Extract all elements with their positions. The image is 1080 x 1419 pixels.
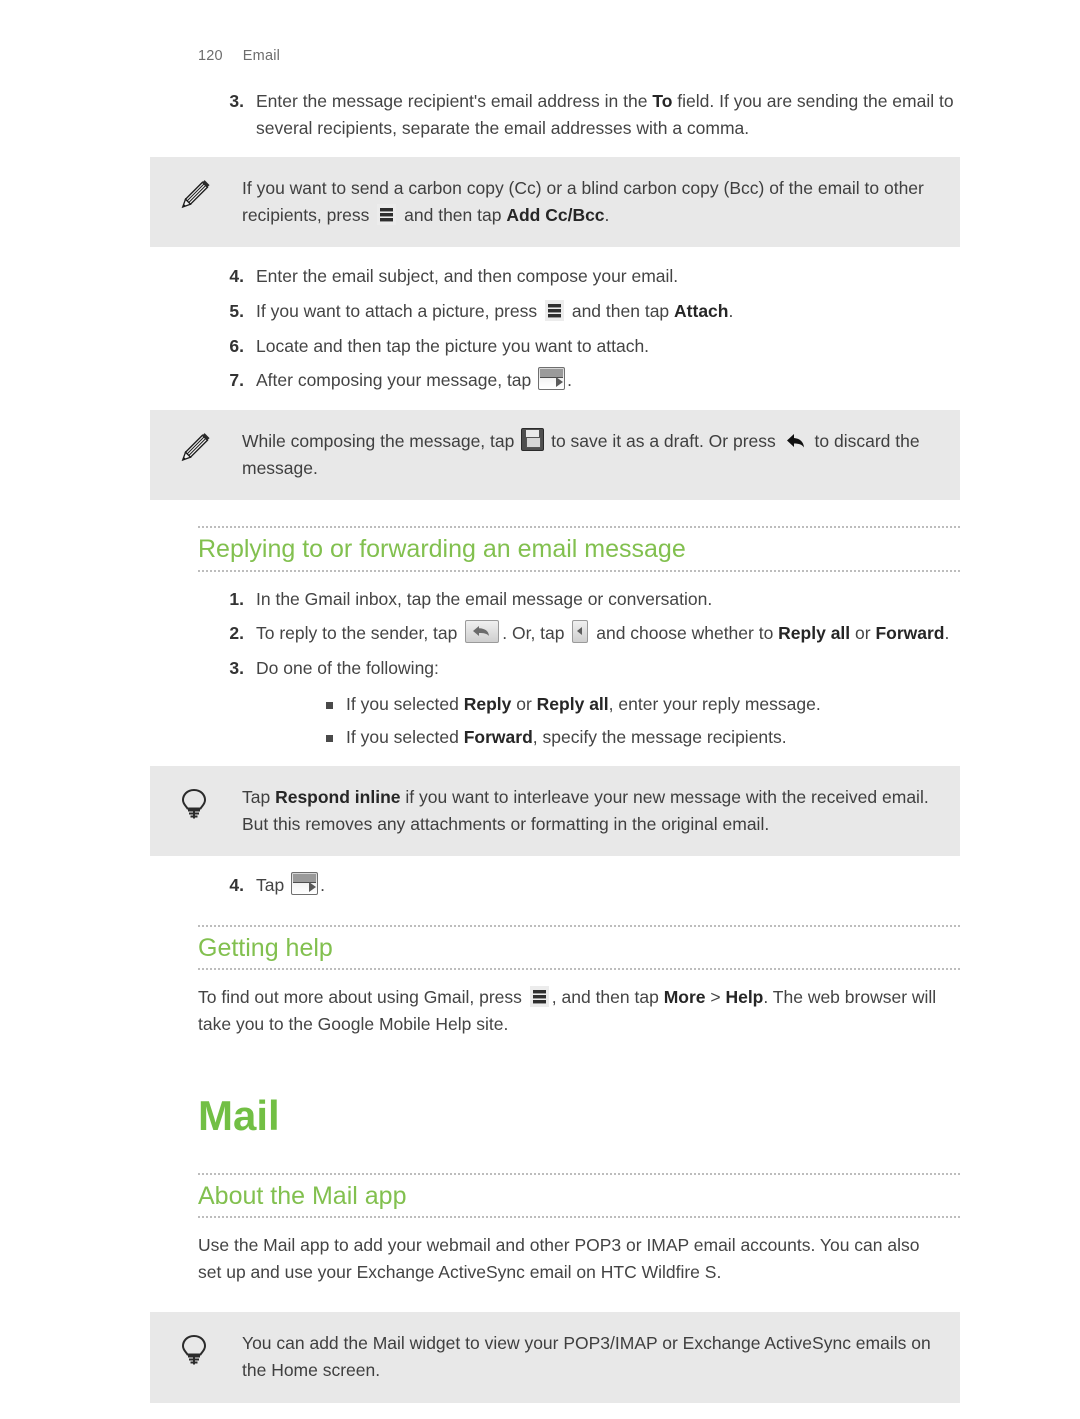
step-number: 2.	[229, 623, 244, 644]
compose-steps-rest: 4. Enter the email subject, and then com…	[150, 263, 960, 393]
about-mail-text: Use the Mail app to add your webmail and…	[198, 1235, 920, 1283]
emphasis-text: Attach	[674, 301, 729, 322]
step-text: If you want to attach a picture, press a…	[256, 300, 734, 322]
list-item: 6. Locate and then tap the picture you w…	[150, 333, 960, 360]
step-number: 7.	[229, 370, 244, 391]
tip-text: Tap Respond inline if you want to interl…	[242, 786, 929, 834]
pencil-icon	[172, 173, 216, 217]
note-callout-cc-bcc: If you want to send a carbon copy (Cc) o…	[150, 157, 960, 248]
back-arrow-icon	[785, 431, 806, 449]
emphasis-text: Reply	[463, 694, 512, 715]
note-callout-draft: While composing the message, tap to save…	[150, 409, 960, 501]
list-item: 4. Tap .	[150, 872, 960, 899]
list-item: 3. Do one of the following:	[150, 655, 960, 682]
section-heading-about-mail: About the Mail app	[198, 1172, 960, 1219]
emphasis-text: Help	[725, 987, 764, 1008]
send-icon	[538, 367, 566, 391]
section-heading-getting-help: Getting help	[198, 924, 960, 971]
save-icon	[521, 427, 545, 451]
replying-final-step: 4. Tap .	[150, 872, 960, 899]
document-page: 120 Email 3. Enter the message recipient'…	[0, 0, 1080, 1403]
chapter-title-mail: Mail	[198, 1092, 280, 1140]
tip-text: You can add the Mail widget to view your…	[242, 1333, 931, 1381]
emphasis-text: Reply all	[778, 623, 851, 644]
emphasis-text: Respond inline	[275, 786, 401, 807]
getting-help-text: To find out more about using Gmail, pres…	[198, 986, 937, 1035]
list-item: 1. In the Gmail inbox, tap the email mes…	[150, 586, 960, 613]
lightbulb-icon	[172, 1328, 216, 1372]
list-item: 3. Enter the message recipient's email a…	[150, 88, 960, 141]
list-item: If you selected Reply or Reply all, ente…	[150, 691, 960, 717]
menu-icon	[529, 986, 549, 1008]
menu-icon	[377, 204, 397, 226]
step-number: 5.	[229, 301, 244, 322]
step-text: Locate and then tap the picture you want…	[256, 335, 650, 356]
list-item: 2. To reply to the sender, tap . Or, tap…	[150, 620, 960, 647]
step-text: To reply to the sender, tap . Or, tap an…	[256, 620, 960, 647]
step-text: Tap .	[256, 872, 960, 899]
compose-steps-first: 3. Enter the message recipient's email a…	[150, 88, 960, 141]
lightbulb-icon	[172, 782, 216, 826]
replying-steps: 1. In the Gmail inbox, tap the email mes…	[150, 586, 960, 682]
emphasis-text: Reply all	[536, 694, 609, 715]
step-text: Enter the email subject, and then compos…	[256, 266, 679, 287]
running-header: 120 Email	[198, 48, 280, 64]
tip-callout-mail-widget: You can add the Mail widget to view your…	[150, 1312, 960, 1403]
menu-icon	[544, 300, 564, 322]
section-heading-replying: Replying to or forwarding an email messa…	[198, 526, 960, 572]
list-item: If you selected Forward, specify the mes…	[150, 724, 960, 750]
emphasis-text: Forward	[463, 726, 533, 747]
caret-left-icon	[572, 620, 589, 644]
step-number: 4.	[229, 266, 244, 287]
step-number: 6.	[229, 335, 244, 356]
step-text: After composing your message, tap .	[256, 367, 960, 394]
step-text: Enter the message recipient's email addr…	[256, 91, 954, 138]
step-number: 4.	[229, 875, 244, 896]
replying-sub-bullets: If you selected Reply or Reply all, ente…	[150, 691, 960, 750]
list-item: 7. After composing your message, tap .	[150, 367, 960, 394]
emphasis-text: Forward	[875, 623, 945, 644]
step-text: Do one of the following:	[256, 657, 439, 678]
page-content: 3. Enter the message recipient's email a…	[150, 88, 960, 1419]
reply-icon	[465, 620, 500, 644]
tip-callout-respond-inline: Tap Respond inline if you want to interl…	[150, 765, 960, 857]
note-text: While composing the message, tap to save…	[242, 427, 934, 482]
send-icon	[291, 872, 319, 896]
chapter-name: Email	[242, 48, 281, 64]
step-number: 1.	[229, 588, 244, 609]
list-item: 5. If you want to attach a picture, pres…	[150, 298, 960, 325]
emphasis-text: To	[652, 91, 673, 111]
step-number: 3.	[229, 657, 244, 678]
list-item: 4. Enter the email subject, and then com…	[150, 263, 960, 290]
emphasis-text: Add Cc/Bcc	[506, 205, 605, 226]
step-text: In the Gmail inbox, tap the email messag…	[256, 588, 713, 609]
emphasis-text: More	[663, 987, 706, 1008]
page-number: 120	[198, 48, 223, 64]
note-text: If you want to send a carbon copy (Cc) o…	[242, 178, 924, 226]
step-number: 3.	[229, 91, 244, 111]
pencil-icon	[172, 426, 216, 470]
